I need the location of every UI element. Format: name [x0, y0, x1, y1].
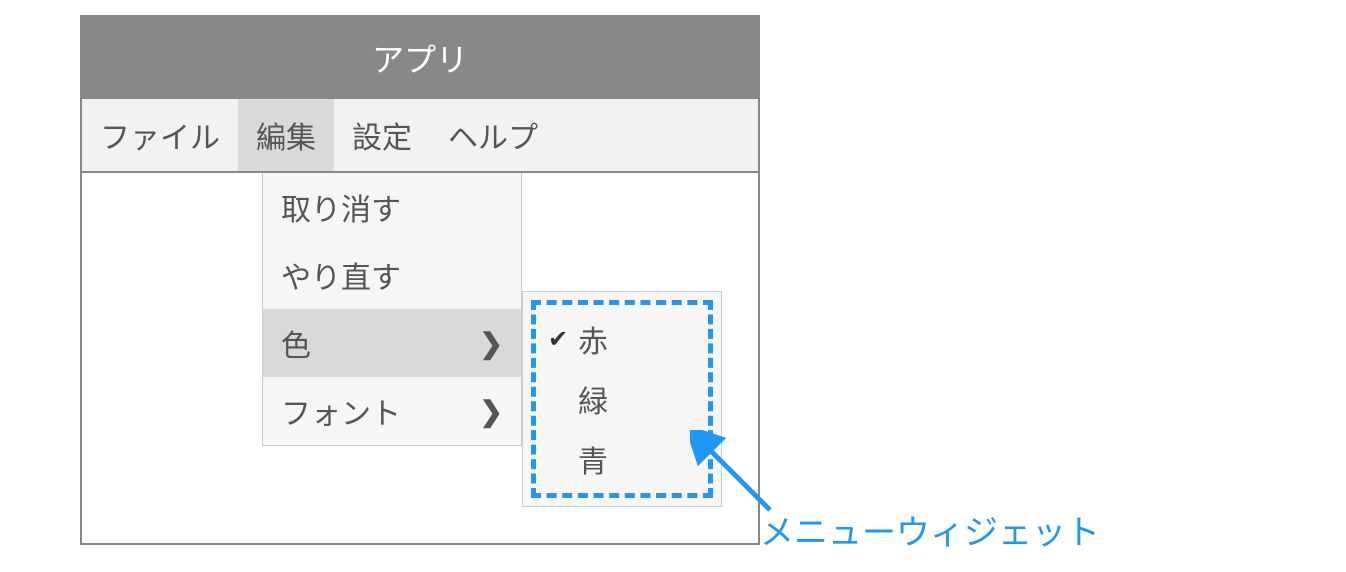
menu-bar: ファイル 編集 設定 ヘルプ — [82, 99, 758, 173]
chevron-right-icon: ❯ — [480, 395, 503, 428]
submenu-green-label: 緑 — [578, 377, 608, 421]
menu-file[interactable]: ファイル — [82, 99, 238, 171]
submenu-highlight-border: ✔ 赤 緑 青 — [531, 300, 713, 498]
app-window: アプリ ファイル 編集 設定 ヘルプ 取り消す やり直す 色 ❯ — [80, 15, 760, 545]
dropdown-undo-label: 取り消す — [281, 185, 401, 229]
dropdown-font[interactable]: フォント ❯ — [263, 377, 521, 445]
submenu-red[interactable]: ✔ 赤 — [544, 309, 700, 369]
submenu-green[interactable]: 緑 — [544, 369, 700, 429]
menu-settings[interactable]: 設定 — [334, 99, 430, 171]
dropdown-color-label: 色 — [281, 321, 311, 365]
menu-edit-label: 編集 — [256, 122, 316, 155]
dropdown-font-label: フォント — [281, 389, 401, 433]
edit-dropdown: 取り消す やり直す 色 ❯ フォント ❯ — [262, 173, 522, 446]
submenu-blue[interactable]: 青 — [544, 429, 700, 489]
dropdown-redo-label: やり直す — [281, 253, 401, 297]
window-title: アプリ — [372, 42, 468, 78]
check-icon: ✔ — [548, 325, 578, 354]
content-area: 取り消す やり直す 色 ❯ フォント ❯ ✔ 赤 緑 — [82, 173, 758, 543]
menu-edit[interactable]: 編集 — [238, 99, 334, 171]
chevron-right-icon: ❯ — [480, 327, 503, 360]
callout-label: メニューウィジェット — [760, 505, 1100, 554]
dropdown-redo[interactable]: やり直す — [263, 241, 521, 309]
submenu-red-label: 赤 — [578, 317, 608, 361]
submenu-blue-label: 青 — [578, 437, 608, 481]
dropdown-undo[interactable]: 取り消す — [263, 173, 521, 241]
menu-settings-label: 設定 — [352, 122, 412, 155]
dropdown-color[interactable]: 色 ❯ — [263, 309, 521, 377]
title-bar: アプリ — [82, 17, 758, 99]
callout-text: メニューウィジェット — [760, 514, 1100, 552]
menu-help-label: ヘルプ — [448, 122, 538, 155]
menu-file-label: ファイル — [100, 122, 220, 155]
menu-help[interactable]: ヘルプ — [430, 99, 556, 171]
